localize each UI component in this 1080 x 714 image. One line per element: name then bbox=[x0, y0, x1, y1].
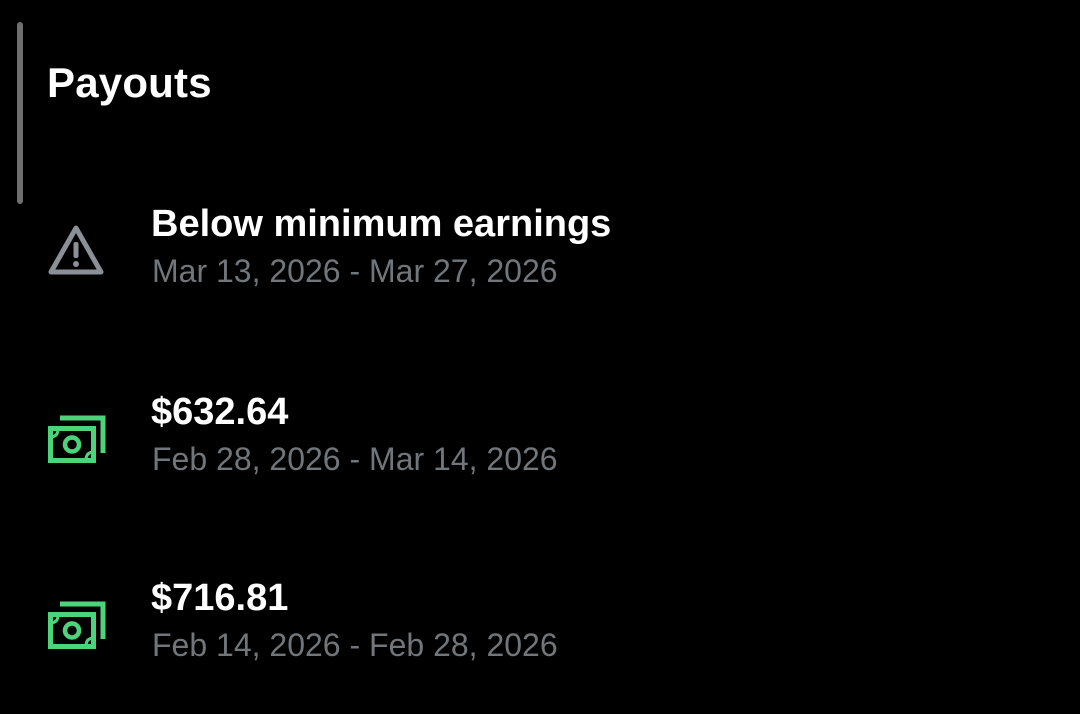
payout-period: Feb 28, 2026 - Mar 14, 2026 bbox=[152, 441, 558, 477]
payout-period: Feb 14, 2026 - Feb 28, 2026 bbox=[152, 627, 558, 663]
money-icon bbox=[46, 594, 106, 654]
payout-title: Below minimum earnings bbox=[151, 203, 612, 245]
payout-period: Mar 13, 2026 - Mar 27, 2026 bbox=[152, 253, 558, 289]
payout-amount: $632.64 bbox=[151, 391, 289, 433]
payout-row[interactable]: Below minimum earnings Mar 13, 2026 - Ma… bbox=[0, 190, 1080, 340]
money-icon bbox=[46, 408, 106, 468]
payout-row[interactable]: $632.64 Feb 28, 2026 - Mar 14, 2026 bbox=[0, 378, 1080, 528]
payout-list: Below minimum earnings Mar 13, 2026 - Ma… bbox=[0, 0, 1080, 714]
payout-amount: $716.81 bbox=[151, 577, 289, 619]
warning-icon bbox=[46, 220, 106, 280]
payout-row[interactable]: $716.81 Feb 14, 2026 - Feb 28, 2026 bbox=[0, 564, 1080, 714]
